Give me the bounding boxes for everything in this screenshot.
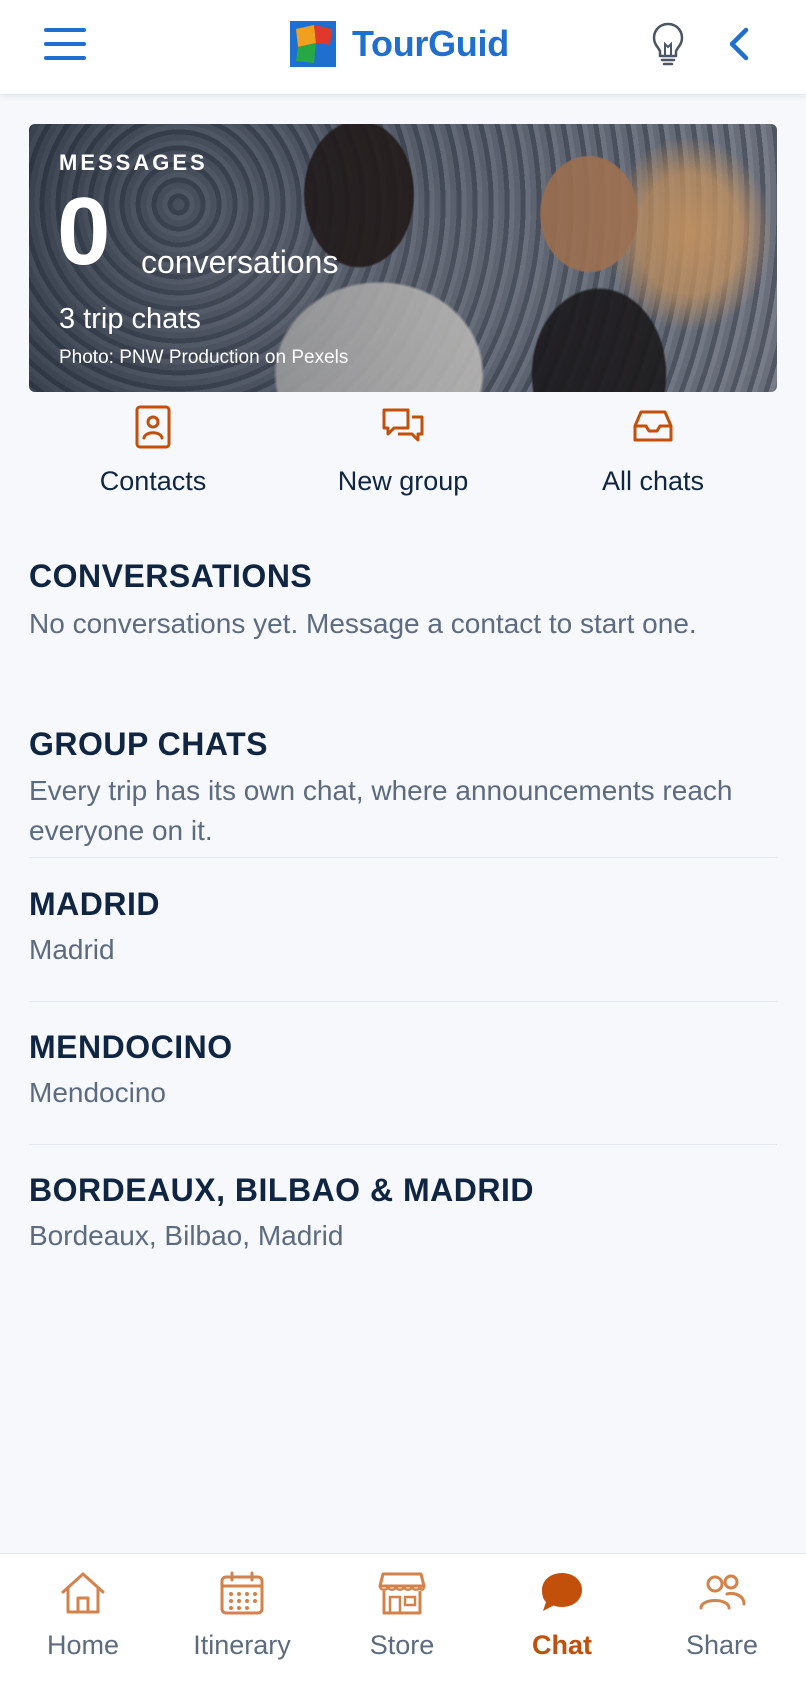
nav-store[interactable]: Store <box>322 1570 482 1680</box>
group-chat-item[interactable]: BORDEAUX, BILBAO & MADRID Bordeaux, Bilb… <box>29 1172 777 1292</box>
contacts-label: Contacts <box>99 466 207 496</box>
home-icon <box>61 1572 105 1614</box>
nav-home[interactable]: Home <box>3 1570 163 1680</box>
hero-kicker: MESSAGES <box>59 150 208 175</box>
nav-chat-label: Chat <box>532 1630 592 1660</box>
nav-home-label: Home <box>46 1630 120 1660</box>
top-header: TourGuid <box>0 0 806 94</box>
brand[interactable]: TourGuid <box>290 20 509 68</box>
conversation-count: 0 <box>57 178 111 285</box>
chevron-left-icon[interactable] <box>724 24 756 64</box>
menu-icon[interactable] <box>44 28 86 60</box>
group-chat-places: Madrid <box>29 934 115 965</box>
all-chats-label: All chats <box>601 466 705 496</box>
group-chats-heading: GROUP CHATS <box>29 726 268 762</box>
lightbulb-icon[interactable] <box>650 20 686 68</box>
group-chat-name: MENDOCINO <box>29 1029 233 1065</box>
conversation-count-label: conversations <box>141 244 339 280</box>
nav-itinerary[interactable]: Itinerary <box>162 1570 322 1680</box>
bottom-navigation: Home Itinerary Store Chat Share <box>0 1553 806 1698</box>
tourguid-logo-icon <box>290 21 336 67</box>
nav-chat[interactable]: Chat <box>482 1570 642 1680</box>
divider <box>29 857 777 858</box>
divider <box>29 1144 777 1145</box>
messages-hero: MESSAGES 0 conversations 3 trip chats Ph… <box>29 124 777 392</box>
chat-bubbles-icon <box>382 408 424 442</box>
photo-credit: Photo: PNW Production on Pexels <box>59 347 349 368</box>
group-chat-item[interactable]: MENDOCINO Mendocino <box>29 1029 777 1149</box>
nav-store-label: Store <box>369 1630 435 1660</box>
inbox-icon <box>633 410 673 442</box>
conversations-empty-text: No conversations yet. Message a contact … <box>29 608 697 639</box>
hero-overlay: MESSAGES 0 conversations 3 trip chats Ph… <box>29 124 777 392</box>
divider <box>29 1001 777 1002</box>
contacts-button[interactable]: Contacts <box>53 404 253 514</box>
nav-share[interactable]: Share <box>642 1570 802 1680</box>
users-icon <box>699 1574 746 1610</box>
calendar-icon <box>220 1571 264 1615</box>
all-chats-button[interactable]: All chats <box>553 404 753 514</box>
quick-actions: Contacts New group All chats <box>29 404 777 514</box>
trip-chats-count: 3 trip chats <box>59 303 201 335</box>
brand-title: TourGuid <box>352 23 509 64</box>
group-chat-name: BORDEAUX, BILBAO & MADRID <box>29 1172 534 1208</box>
group-chat-item[interactable]: MADRID Madrid <box>29 886 777 1006</box>
store-icon <box>378 1572 426 1615</box>
group-chat-places: Bordeaux, Bilbao, Madrid <box>29 1220 344 1251</box>
conversations-heading: CONVERSATIONS <box>29 558 313 594</box>
group-chat-places: Mendocino <box>29 1077 166 1108</box>
group-chat-name: MADRID <box>29 886 160 922</box>
group-chats-description: Every trip has its own chat, where annou… <box>29 775 733 846</box>
contacts-book-icon <box>135 405 171 449</box>
chat-bubble-icon <box>542 1573 582 1611</box>
nav-share-label: Share <box>685 1630 759 1660</box>
new-group-button[interactable]: New group <box>303 404 503 514</box>
new-group-label: New group <box>337 466 469 496</box>
nav-itinerary-label: Itinerary <box>193 1630 291 1660</box>
